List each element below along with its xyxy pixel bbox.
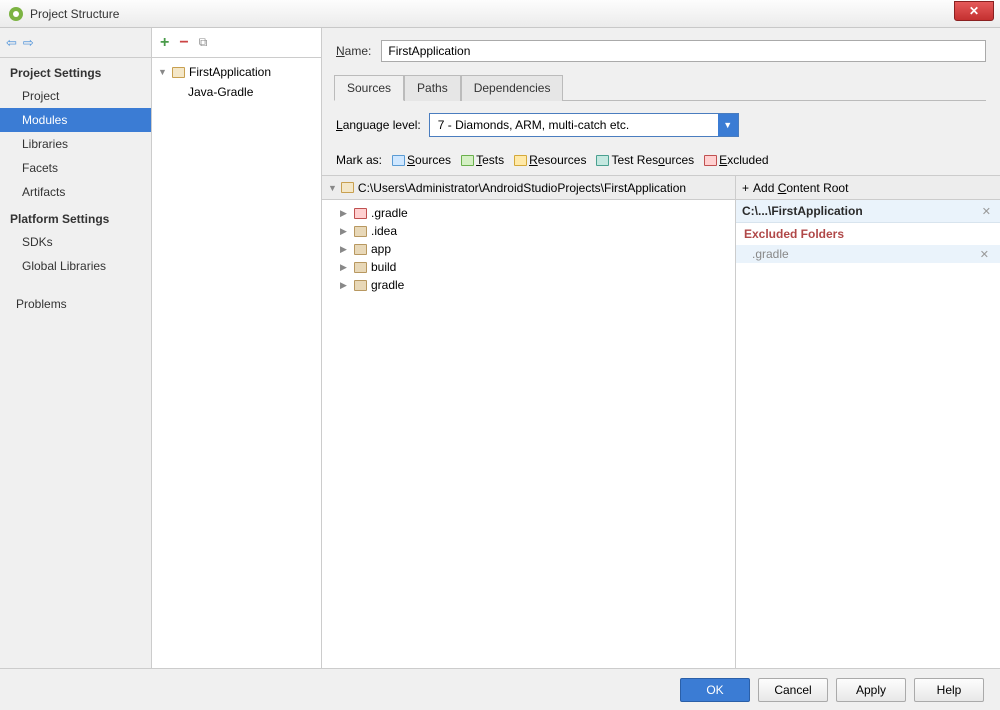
dialog-buttons: OK Cancel Apply Help bbox=[0, 668, 1000, 710]
tree-item[interactable]: ▶app bbox=[322, 240, 735, 258]
modules-toolbar: + − ⧉ bbox=[152, 28, 321, 58]
expand-icon[interactable]: ▶ bbox=[340, 226, 350, 237]
sidebar-item-artifacts[interactable]: Artifacts bbox=[0, 180, 151, 204]
tests-folder-icon bbox=[461, 155, 474, 166]
expand-icon[interactable]: ▶ bbox=[340, 280, 350, 291]
mark-sources[interactable]: Sources bbox=[392, 153, 451, 167]
expand-icon[interactable]: ▶ bbox=[340, 208, 350, 219]
sidebar-item-facets[interactable]: Facets bbox=[0, 156, 151, 180]
folder-icon bbox=[354, 262, 367, 273]
tree-item[interactable]: ▶.gradle bbox=[322, 204, 735, 222]
add-module-icon[interactable]: + bbox=[160, 34, 169, 52]
remove-module-icon[interactable]: − bbox=[179, 34, 188, 52]
remove-excluded-icon[interactable]: ✕ bbox=[977, 248, 992, 261]
name-label: Name: bbox=[336, 44, 371, 58]
ok-button[interactable]: OK bbox=[680, 678, 750, 702]
mark-resources[interactable]: Resources bbox=[514, 153, 586, 167]
app-icon bbox=[8, 6, 24, 22]
folder-icon bbox=[341, 182, 354, 193]
apply-button[interactable]: Apply bbox=[836, 678, 906, 702]
mark-excluded[interactable]: Excluded bbox=[704, 153, 768, 167]
sidebar-item-problems[interactable]: Problems bbox=[0, 292, 151, 316]
sidebar-nav-toolbar: ⇦ ⇨ bbox=[0, 28, 151, 58]
language-level-combo[interactable]: 7 - Diamonds, ARM, multi-catch etc. ▼ bbox=[429, 113, 739, 137]
tree-item[interactable]: ▶.idea bbox=[322, 222, 735, 240]
sidebar-item-global-libraries[interactable]: Global Libraries bbox=[0, 254, 151, 278]
expand-icon[interactable]: ▶ bbox=[340, 244, 350, 255]
plus-icon: + bbox=[742, 181, 749, 195]
remove-root-icon[interactable]: ✕ bbox=[979, 205, 994, 218]
test-resources-folder-icon bbox=[596, 155, 609, 166]
folder-tree: ▶.gradle ▶.idea ▶app ▶build ▶gradle bbox=[322, 200, 735, 298]
dropdown-icon[interactable]: ▼ bbox=[718, 114, 738, 136]
sidebar: ⇦ ⇨ Project Settings Project Modules Lib… bbox=[0, 28, 152, 668]
help-button[interactable]: Help bbox=[914, 678, 984, 702]
content-root-column: + Add Content Root C:\...\FirstApplicati… bbox=[735, 176, 1000, 668]
add-content-root[interactable]: + Add Content Root bbox=[736, 176, 1000, 200]
tabs: Sources Paths Dependencies bbox=[334, 74, 986, 101]
sidebar-item-modules[interactable]: Modules bbox=[0, 108, 151, 132]
mark-as-label: Mark as: bbox=[336, 153, 382, 167]
close-button[interactable]: ✕ bbox=[954, 1, 994, 21]
root-path-text: C:\Users\Administrator\AndroidStudioProj… bbox=[358, 181, 686, 195]
section-platform-settings: Platform Settings bbox=[0, 204, 151, 230]
collapse-icon[interactable]: ▼ bbox=[158, 67, 168, 77]
section-project-settings: Project Settings bbox=[0, 58, 151, 84]
window-title: Project Structure bbox=[30, 7, 119, 21]
module-root[interactable]: ▼ FirstApplication bbox=[152, 62, 321, 82]
language-level-value: 7 - Diamonds, ARM, multi-catch etc. bbox=[430, 118, 718, 132]
cancel-button[interactable]: Cancel bbox=[758, 678, 828, 702]
mark-as-row: Mark as: Sources Tests Resources Test Re… bbox=[336, 153, 986, 167]
expand-icon[interactable]: ▶ bbox=[340, 262, 350, 273]
tab-sources[interactable]: Sources bbox=[334, 75, 404, 101]
module-child-label: Java-Gradle bbox=[188, 85, 253, 99]
excluded-folders-header: Excluded Folders bbox=[736, 223, 1000, 245]
modules-panel: + − ⧉ ▼ FirstApplication Java-Gradle bbox=[152, 28, 322, 668]
collapse-icon[interactable]: ▼ bbox=[328, 183, 337, 193]
resources-folder-icon bbox=[514, 155, 527, 166]
source-tree-column: ▼ C:\Users\Administrator\AndroidStudioPr… bbox=[322, 176, 735, 668]
language-level-label: Language level: bbox=[336, 118, 421, 132]
content-root-path[interactable]: C:\...\FirstApplication ✕ bbox=[736, 200, 1000, 223]
tab-dependencies[interactable]: Dependencies bbox=[461, 75, 564, 101]
name-input[interactable] bbox=[381, 40, 986, 62]
sources-folder-icon bbox=[392, 155, 405, 166]
tab-paths[interactable]: Paths bbox=[404, 75, 461, 101]
tree-item[interactable]: ▶build bbox=[322, 258, 735, 276]
titlebar: Project Structure ✕ bbox=[0, 0, 1000, 28]
sidebar-item-project[interactable]: Project bbox=[0, 84, 151, 108]
root-path-header[interactable]: ▼ C:\Users\Administrator\AndroidStudioPr… bbox=[322, 176, 735, 200]
module-child[interactable]: Java-Gradle bbox=[152, 82, 321, 102]
detail-panel: Name: Sources Paths Dependencies Languag… bbox=[322, 28, 1000, 668]
folder-icon bbox=[354, 280, 367, 291]
module-root-label: FirstApplication bbox=[189, 65, 271, 79]
mark-tests[interactable]: Tests bbox=[461, 153, 504, 167]
folder-icon bbox=[172, 67, 185, 78]
folder-icon bbox=[354, 226, 367, 237]
tree-item[interactable]: ▶gradle bbox=[322, 276, 735, 294]
excluded-item[interactable]: .gradle ✕ bbox=[736, 245, 1000, 263]
sidebar-item-sdks[interactable]: SDKs bbox=[0, 230, 151, 254]
mark-test-resources[interactable]: Test Resources bbox=[596, 153, 694, 167]
excluded-folder-icon bbox=[704, 155, 717, 166]
nav-forward-icon[interactable]: ⇨ bbox=[23, 35, 34, 51]
nav-back-icon[interactable]: ⇦ bbox=[6, 35, 17, 51]
sidebar-item-libraries[interactable]: Libraries bbox=[0, 132, 151, 156]
copy-module-icon[interactable]: ⧉ bbox=[199, 35, 208, 50]
folder-icon bbox=[354, 208, 367, 219]
folder-icon bbox=[354, 244, 367, 255]
